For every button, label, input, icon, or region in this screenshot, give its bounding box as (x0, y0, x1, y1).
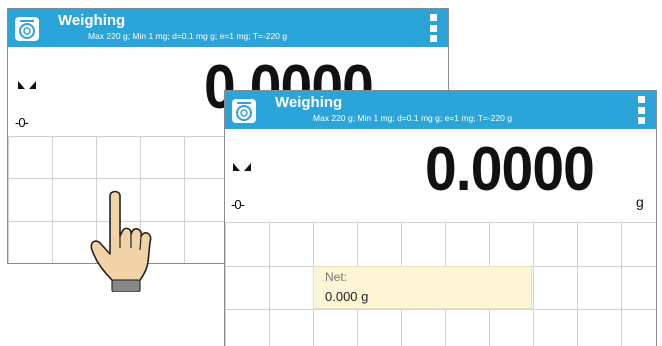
weight-reading: 0.0000 (425, 135, 595, 204)
menu-kebab-icon[interactable] (638, 96, 646, 124)
grid-cell[interactable] (96, 136, 141, 179)
grid-cell[interactable] (8, 178, 53, 222)
title-bar: Weighing Max 220 g; Min 1 mg; d=0.1 mg g… (8, 9, 448, 47)
grid-cell[interactable] (140, 136, 185, 179)
title-bar: Weighing Max 220 g; Min 1 mg; d=0.1 mg g… (225, 91, 656, 129)
grid-cell[interactable] (357, 222, 402, 267)
grid-cell[interactable] (533, 222, 578, 267)
grid-cell[interactable] (401, 222, 446, 267)
grid-cell[interactable] (225, 222, 270, 267)
grid-cell[interactable] (269, 309, 314, 346)
grid-cell[interactable] (533, 309, 578, 346)
grid-cell[interactable] (445, 309, 490, 346)
metrology-info: Max 220 g; Min 1 mg; d=0.1 mg g; e=1 mg;… (313, 113, 512, 123)
grid-cell[interactable] (357, 309, 402, 346)
grid-cell[interactable] (445, 222, 490, 267)
grid-cell[interactable] (621, 222, 656, 267)
scale-icon[interactable] (231, 98, 257, 124)
stability-indicator-icon (18, 81, 36, 89)
grid-cell[interactable] (313, 222, 358, 267)
grid-cell[interactable] (225, 266, 270, 310)
grid-cell[interactable] (184, 178, 229, 222)
weighing-screen-front: Weighing Max 220 g; Min 1 mg; d=0.1 mg g… (224, 90, 657, 346)
net-label: Net: (325, 270, 348, 284)
zero-indicator: -0- (231, 197, 245, 212)
grid-cell[interactable] (489, 309, 534, 346)
weight-unit: g (636, 194, 644, 210)
grid-cell[interactable] (621, 266, 656, 310)
grid-cell[interactable] (8, 136, 53, 179)
scale-icon[interactable] (14, 16, 40, 42)
net-value: 0.000 g (325, 289, 369, 304)
grid-cell[interactable] (577, 222, 622, 267)
grid-cell[interactable] (577, 309, 622, 346)
grid-cell[interactable] (621, 309, 656, 346)
grid-cell[interactable] (52, 136, 97, 179)
mode-title: Weighing (275, 94, 343, 111)
grid-cell[interactable] (8, 221, 53, 263)
tapping-hand-icon (90, 190, 152, 292)
grid-cell[interactable] (313, 309, 358, 346)
grid-cell[interactable] (225, 309, 270, 346)
grid-cell[interactable] (184, 221, 229, 263)
zero-indicator: -0- (15, 115, 29, 130)
mode-title: Weighing (58, 12, 126, 29)
grid-cell[interactable] (401, 309, 446, 346)
grid-cell[interactable] (533, 266, 578, 310)
grid-cell[interactable] (184, 136, 229, 179)
menu-kebab-icon[interactable] (430, 14, 438, 42)
net-weight-field[interactable]: Net: 0.000 g (313, 266, 532, 309)
metrology-info: Max 220 g; Min 1 mg; d=0.1 mg g; e=1 mg;… (88, 31, 287, 41)
grid-cell[interactable] (489, 222, 534, 267)
stability-indicator-icon (233, 163, 251, 171)
grid-cell[interactable] (269, 222, 314, 267)
grid-cell[interactable] (269, 266, 314, 310)
grid-cell[interactable] (577, 266, 622, 310)
